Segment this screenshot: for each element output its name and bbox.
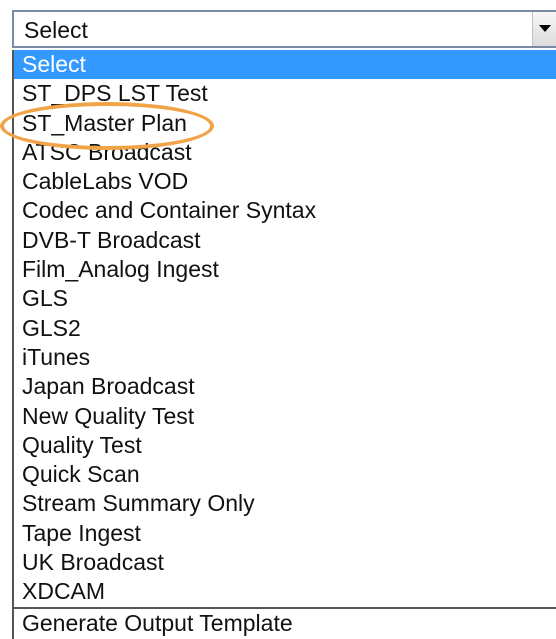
option-quality-test[interactable]: Quality Test [14,431,556,460]
option-japan-broadcast[interactable]: Japan Broadcast [14,372,556,401]
option-xdcam[interactable]: XDCAM [14,577,556,606]
option-itunes[interactable]: iTunes [14,343,556,372]
option-film-analog-ingest[interactable]: Film_Analog Ingest [14,255,556,284]
option-gls[interactable]: GLS [14,284,556,313]
option-select[interactable]: Select [14,50,556,80]
option-tape-ingest[interactable]: Tape Ingest [14,519,556,548]
option-atsc-broadcast[interactable]: ATSC Broadcast [14,138,556,167]
option-uk-broadcast[interactable]: UK Broadcast [14,548,556,577]
select-options-list[interactable]: Select ST_DPS LST Test ST_Master Plan AT… [12,50,556,639]
option-st-dps-lst-test[interactable]: ST_DPS LST Test [14,79,556,108]
option-dvb-t-broadcast[interactable]: DVB-T Broadcast [14,226,556,255]
select-current-value: Select [24,17,88,43]
option-cablelabs-vod[interactable]: CableLabs VOD [14,167,556,196]
template-select[interactable]: Select [12,10,556,48]
option-codec-and-container-syntax[interactable]: Codec and Container Syntax [14,196,556,225]
option-gls2[interactable]: GLS2 [14,314,556,343]
option-generate-output-template[interactable]: Generate Output Template [14,606,556,636]
template-select-screenshot: Select Select ST_DPS LST Test ST_Master … [0,0,556,639]
option-st-master-plan[interactable]: ST_Master Plan [14,109,556,138]
option-stream-summary-only[interactable]: Stream Summary Only [14,489,556,518]
select-dropdown-button[interactable] [532,12,556,46]
chevron-down-icon [539,25,551,32]
option-quick-scan[interactable]: Quick Scan [14,460,556,489]
option-new-quality-test[interactable]: New Quality Test [14,402,556,431]
